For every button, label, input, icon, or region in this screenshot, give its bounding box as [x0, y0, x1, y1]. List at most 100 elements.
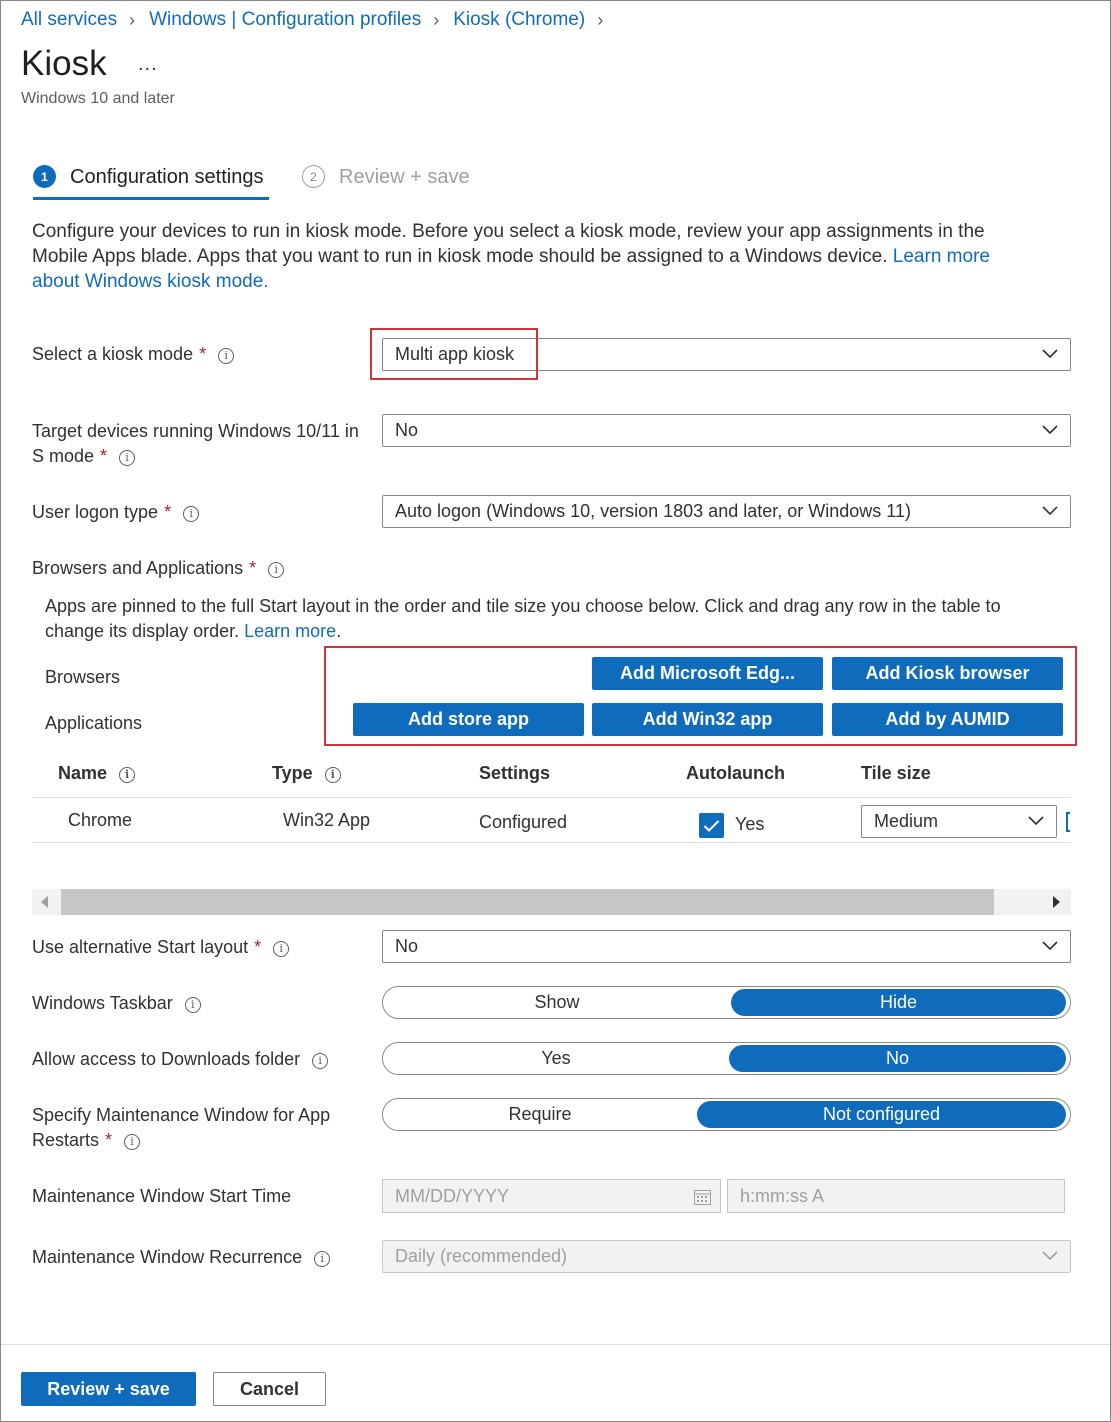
required-marker: *	[254, 937, 262, 957]
intro-description: Configure your devices to run in kiosk m…	[32, 219, 1042, 294]
maintenance-window-toggle[interactable]: Require Not configured	[382, 1098, 1071, 1131]
downloads-label-text: Allow access to Downloads folder	[32, 1049, 301, 1069]
required-marker: *	[164, 502, 172, 522]
start-time-label: Maintenance Window Start Time	[32, 1186, 292, 1206]
s-mode-label-line2-wrap: S mode * i	[32, 444, 372, 469]
browsers-label: Browsers	[45, 667, 121, 687]
maintenance-window-label-line2: Restarts	[32, 1130, 100, 1150]
alt-start-layout-label-text: Use alternative Start layout	[32, 937, 249, 957]
column-header-settings[interactable]: Settings	[479, 763, 550, 784]
info-icon[interactable]: i	[314, 1251, 331, 1267]
chevron-right-icon: ›	[433, 9, 440, 30]
table-header-divider	[32, 797, 1071, 798]
chevron-down-icon	[1042, 941, 1058, 951]
logon-type-label: User logon type * i	[32, 500, 200, 525]
start-date-input[interactable]: MM/DD/YYYY	[382, 1179, 721, 1213]
s-mode-label-line1: Target devices running Windows 10/11 in	[32, 421, 359, 441]
s-mode-dropdown[interactable]: No	[382, 414, 1071, 447]
scroll-right-icon[interactable]	[1053, 896, 1060, 908]
tile-size-value: Medium	[874, 811, 939, 831]
page-title: Kiosk	[21, 44, 107, 83]
required-marker: *	[105, 1130, 113, 1150]
more-options-icon[interactable]: ...	[138, 53, 158, 76]
s-mode-label-line2: S mode	[32, 446, 95, 466]
start-date-placeholder: MM/DD/YYYY	[395, 1186, 510, 1206]
maintenance-window-label-line2-wrap: Restarts * i	[32, 1128, 372, 1153]
breadcrumb-all-services[interactable]: All services	[21, 9, 117, 31]
kiosk-mode-label-text: Select a kiosk mode	[32, 344, 194, 364]
step-1-number: 1	[33, 165, 56, 188]
breadcrumb-configuration-profiles[interactable]: Windows | Configuration profiles	[149, 9, 421, 31]
info-icon[interactable]: i	[119, 767, 136, 783]
maintenance-option-not-configured[interactable]: Not configured	[697, 1101, 1066, 1128]
apps-description: Apps are pinned to the full Start layout…	[45, 594, 1045, 644]
s-mode-value: No	[395, 420, 419, 440]
chevron-right-icon: ›	[129, 9, 136, 30]
maintenance-window-label-line1: Specify Maintenance Window for App	[32, 1105, 331, 1125]
chevron-down-icon	[1042, 349, 1058, 359]
recurrence-label-text: Maintenance Window Recurrence	[32, 1247, 303, 1267]
info-icon[interactable]: i	[183, 506, 200, 522]
breadcrumb: All services › Windows | Configuration p…	[21, 9, 617, 31]
delete-icon-partial[interactable]	[1066, 812, 1070, 832]
breadcrumb-kiosk-chrome[interactable]: Kiosk (Chrome)	[453, 9, 585, 31]
footer-divider	[1, 1344, 1110, 1345]
column-header-autolaunch[interactable]: Autolaunch	[686, 763, 785, 784]
info-icon[interactable]: i	[119, 450, 136, 466]
tile-size-dropdown[interactable]: Medium	[861, 805, 1057, 838]
info-icon[interactable]: i	[184, 997, 201, 1013]
column-header-tile-size[interactable]: Tile size	[861, 763, 931, 784]
table-row-divider	[32, 842, 1071, 843]
maintenance-option-require[interactable]: Require	[383, 1099, 697, 1130]
taskbar-label: Windows Taskbar i	[32, 991, 201, 1016]
chevron-down-icon	[1028, 816, 1044, 826]
cancel-button[interactable]: Cancel	[213, 1372, 326, 1406]
info-icon[interactable]: i	[268, 562, 285, 578]
recurrence-dropdown[interactable]: Daily (recommended)	[382, 1240, 1071, 1273]
recurrence-label: Maintenance Window Recurrence i	[32, 1245, 331, 1270]
required-marker: *	[249, 558, 257, 578]
alt-start-layout-label: Use alternative Start layout * i	[32, 935, 290, 960]
info-icon[interactable]: i	[218, 348, 235, 364]
logon-type-value: Auto logon (Windows 10, version 1803 and…	[395, 501, 911, 521]
highlight-box-kiosk-mode	[370, 328, 538, 380]
info-icon[interactable]: i	[312, 1053, 329, 1069]
autolaunch-checkbox[interactable]	[699, 813, 724, 838]
scroll-left-icon[interactable]	[41, 896, 48, 908]
taskbar-option-hide[interactable]: Hide	[731, 989, 1066, 1016]
required-marker: *	[199, 344, 207, 364]
downloads-toggle[interactable]: Yes No	[382, 1042, 1071, 1075]
calendar-icon[interactable]	[694, 1189, 711, 1205]
column-header-name-text: Name	[58, 763, 108, 783]
tab-review-save[interactable]: Review + save	[339, 166, 470, 189]
applications-label: Applications	[45, 713, 143, 733]
info-icon[interactable]: i	[324, 767, 341, 783]
downloads-option-yes[interactable]: Yes	[383, 1043, 729, 1074]
review-save-button[interactable]: Review + save	[21, 1372, 196, 1406]
row-app-name: Chrome	[68, 810, 133, 830]
checkmark-icon	[703, 819, 720, 832]
row-settings-link[interactable]: Configured	[479, 812, 567, 833]
maintenance-window-label: Specify Maintenance Window for App Resta…	[32, 1103, 372, 1153]
start-time-placeholder: h:mm:ss A	[740, 1186, 825, 1206]
column-header-type[interactable]: Type i	[272, 763, 341, 784]
scrollbar-thumb[interactable]	[61, 889, 994, 915]
intro-text: Configure your devices to run in kiosk m…	[32, 221, 985, 267]
recurrence-value: Daily (recommended)	[395, 1246, 568, 1266]
learn-more-link[interactable]: Learn more	[244, 621, 336, 641]
logon-type-dropdown[interactable]: Auto logon (Windows 10, version 1803 and…	[382, 495, 1071, 528]
row-app-type: Win32 App	[283, 810, 371, 830]
info-icon[interactable]: i	[124, 1134, 141, 1150]
taskbar-toggle[interactable]: Show Hide	[382, 986, 1071, 1019]
chevron-right-icon: ›	[597, 9, 604, 30]
column-header-name[interactable]: Name i	[58, 763, 136, 784]
browsers-apps-label: Browsers and Applications * i	[32, 556, 285, 581]
downloads-option-no[interactable]: No	[729, 1045, 1066, 1072]
active-step-indicator	[33, 197, 269, 200]
learn-more-suffix: .	[336, 621, 342, 641]
info-icon[interactable]: i	[273, 941, 290, 957]
alt-start-layout-dropdown[interactable]: No	[382, 930, 1071, 963]
start-time-input[interactable]: h:mm:ss A	[727, 1179, 1065, 1213]
tab-configuration-settings[interactable]: Configuration settings	[70, 166, 263, 189]
taskbar-option-show[interactable]: Show	[383, 987, 731, 1018]
